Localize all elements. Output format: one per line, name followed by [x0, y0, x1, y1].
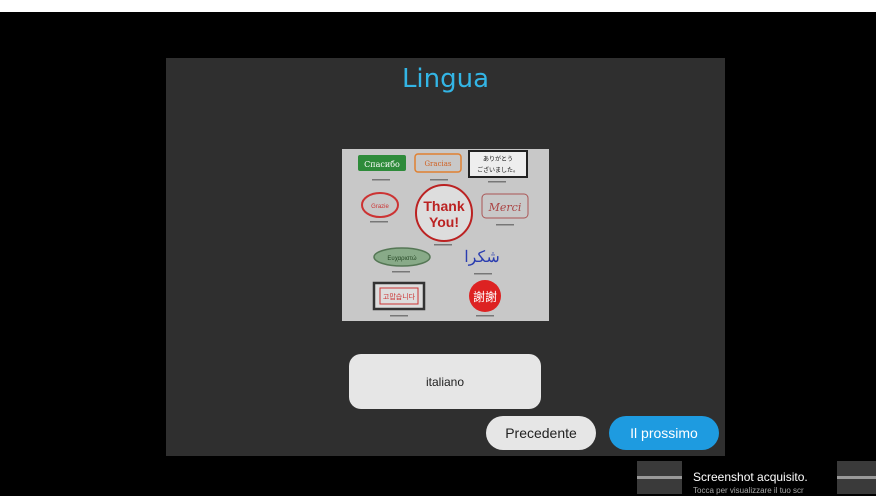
selected-language-label: italiano: [425, 374, 465, 389]
next-button[interactable]: Il prossimo: [609, 416, 719, 450]
language-dialog: Lingua Спасибо Gracias ありがとう ございました。 Gra…: [166, 58, 725, 456]
language-selector[interactable]: italiano: [349, 354, 541, 409]
stamp-shukran: شكرا: [464, 249, 500, 266]
svg-text:Grazie: Grazie: [371, 204, 389, 210]
thank-you-stamps-image: Спасибо Gracias ありがとう ございました。 Grazie Tha…: [342, 149, 549, 321]
screenshot-thumbnail: [637, 461, 682, 494]
svg-text:고맙습니다: 고맙습니다: [383, 292, 416, 301]
screenshot-notification[interactable]: Screenshot acquisito. Tocca per visualiz…: [637, 459, 876, 496]
svg-text:Thank: Thank: [423, 198, 464, 214]
stamp-gracias: Gracias: [414, 153, 462, 173]
svg-text:شكرا: شكرا: [464, 249, 500, 266]
screenshot-thumbnail-secondary: [837, 461, 876, 494]
svg-text:謝謝: 謝謝: [473, 289, 497, 304]
stamp-thank-you: Thank You!: [415, 184, 473, 242]
svg-text:ございました。: ございました。: [477, 166, 519, 174]
svg-text:ありがとう: ありがとう: [483, 155, 513, 163]
dialog-title: Lingua: [401, 64, 490, 94]
svg-text:Ευχαριστώ: Ευχαριστώ: [387, 256, 416, 262]
previous-button[interactable]: Precedente: [486, 416, 596, 450]
stamp-spasibo: Спасибо: [358, 155, 406, 171]
stamp-grazie: Grazie: [361, 192, 399, 218]
svg-text:Merci: Merci: [488, 201, 522, 214]
stamp-arigatou: ありがとう ございました。: [468, 150, 528, 178]
stamp-xiexie: 謝謝: [469, 280, 501, 312]
svg-text:You!: You!: [429, 214, 459, 230]
svg-text:Gracias: Gracias: [424, 160, 451, 168]
status-bar-strip: [0, 0, 876, 12]
notification-title: Screenshot acquisito.: [693, 470, 808, 484]
stamp-merci: Merci: [481, 193, 529, 219]
stamp-gomapseumnida: 고맙습니다: [372, 281, 426, 311]
stamp-efcharisto: Ευχαριστώ: [373, 247, 431, 267]
svg-text:Спасибо: Спасибо: [364, 160, 400, 169]
notification-subtitle: Tocca per visualizzare il tuo scr: [693, 486, 804, 495]
